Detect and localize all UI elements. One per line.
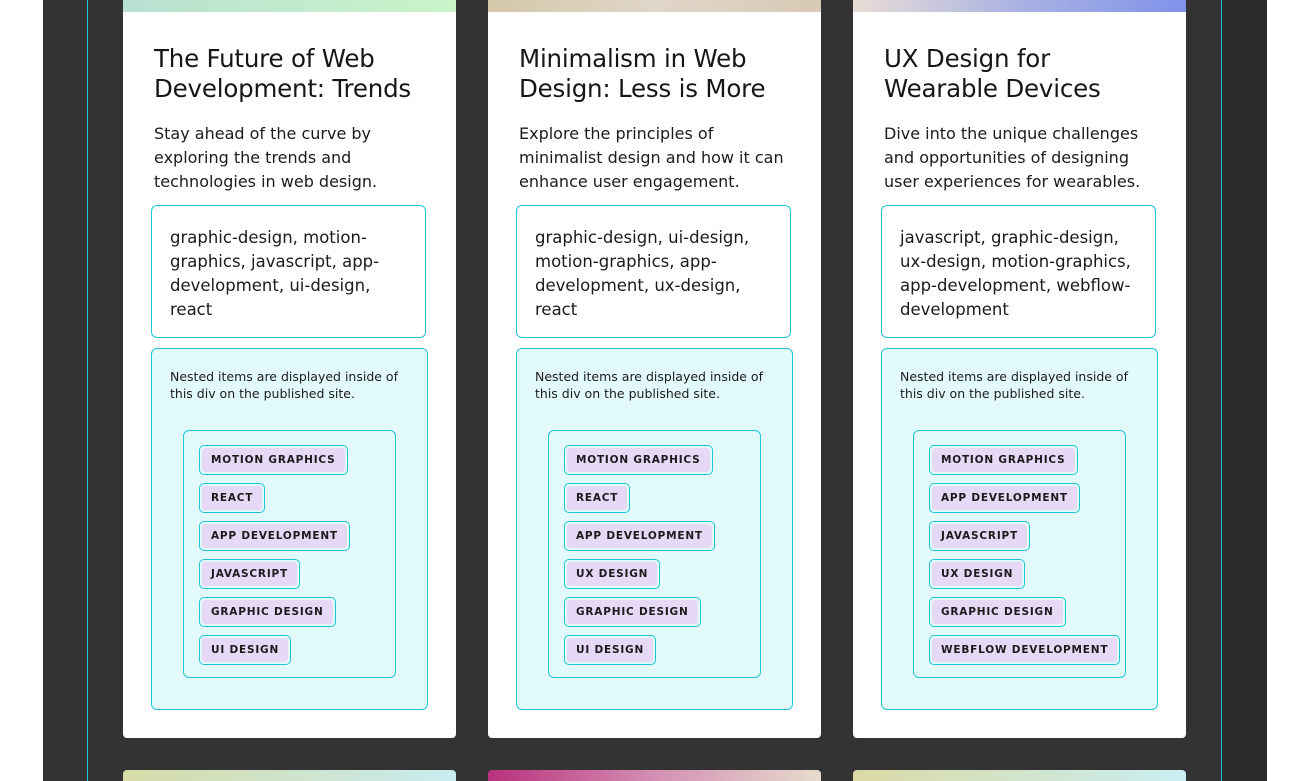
chip-label: JAVASCRIPT (202, 562, 297, 586)
chip-label: APP DEVELOPMENT (202, 524, 347, 548)
card-title: UX Design for Wearable Devices (884, 44, 1101, 103)
card-description: Stay ahead of the curve by exploring the… (154, 124, 378, 191)
category-chip[interactable]: MOTION GRAPHICS (929, 445, 1078, 475)
category-chip[interactable]: JAVASCRIPT (199, 559, 300, 589)
blog-card[interactable]: Minimalism in Web Design: Less is More E… (488, 0, 821, 738)
next-card-peek[interactable] (488, 770, 821, 781)
left-guide-line (87, 0, 88, 781)
tags-text-box: javascript, graphic-design, ux-design, m… (881, 205, 1156, 338)
blog-card[interactable]: The Future of Web Development: Trends St… (123, 0, 456, 738)
nested-note: Nested items are displayed inside of thi… (900, 369, 1128, 401)
nested-items-container: Nested items are displayed inside of thi… (151, 348, 428, 710)
chip-label: MOTION GRAPHICS (567, 448, 710, 472)
chip-label: UI DESIGN (202, 638, 289, 662)
card-description: Dive into the unique challenges and oppo… (884, 124, 1141, 191)
category-chip[interactable]: UX DESIGN (929, 559, 1026, 589)
chip-label: UI DESIGN (567, 638, 654, 662)
category-chip[interactable]: GRAPHIC DESIGN (199, 597, 336, 627)
blog-card[interactable]: UX Design for Wearable Devices Dive into… (853, 0, 1186, 738)
chip-label: WEBFLOW DEVELOPMENT (932, 638, 1118, 662)
chip-label: UX DESIGN (567, 562, 658, 586)
chip-label: GRAPHIC DESIGN (932, 600, 1063, 624)
card-title: The Future of Web Development: Trends (154, 44, 411, 103)
category-chip[interactable]: WEBFLOW DEVELOPMENT (929, 635, 1121, 665)
chip-label: GRAPHIC DESIGN (202, 600, 333, 624)
next-card-peek[interactable] (123, 770, 456, 781)
category-chip[interactable]: APP DEVELOPMENT (564, 521, 715, 551)
chip-label: APP DEVELOPMENT (932, 486, 1077, 510)
category-chip[interactable]: UI DESIGN (199, 635, 292, 665)
chip-label: REACT (567, 486, 628, 510)
tags-text-box: graphic-design, motion-graphics, javascr… (151, 205, 426, 338)
category-chip[interactable]: UI DESIGN (564, 635, 657, 665)
right-guide-line (1221, 0, 1222, 781)
chip-label: GRAPHIC DESIGN (567, 600, 698, 624)
category-chip[interactable]: MOTION GRAPHICS (564, 445, 713, 475)
card-title: Minimalism in Web Design: Less is More (519, 44, 766, 103)
nested-items-container: Nested items are displayed inside of thi… (516, 348, 793, 710)
category-chip[interactable]: REACT (199, 483, 266, 513)
card-image-strip (853, 0, 1186, 12)
category-chip[interactable]: APP DEVELOPMENT (199, 521, 350, 551)
category-chip[interactable]: JAVASCRIPT (929, 521, 1030, 551)
canvas-right-gutter (1222, 0, 1267, 781)
card-image-strip (123, 0, 456, 12)
category-list: MOTION GRAPHICS REACT APP DEVELOPMENT JA… (183, 430, 396, 678)
nested-note: Nested items are displayed inside of thi… (535, 369, 763, 401)
category-chip[interactable]: APP DEVELOPMENT (929, 483, 1080, 513)
category-chip[interactable]: UX DESIGN (564, 559, 661, 589)
card-description: Explore the principles of minimalist des… (519, 124, 784, 191)
category-chip[interactable]: MOTION GRAPHICS (199, 445, 348, 475)
chip-label: MOTION GRAPHICS (932, 448, 1075, 472)
chip-label: UX DESIGN (932, 562, 1023, 586)
category-chip[interactable]: GRAPHIC DESIGN (564, 597, 701, 627)
chip-label: REACT (202, 486, 263, 510)
next-card-peek[interactable] (853, 770, 1186, 781)
card-image-strip (488, 0, 821, 12)
category-list: MOTION GRAPHICS REACT APP DEVELOPMENT UX… (548, 430, 761, 678)
tags-text-box: graphic-design, ui-design, motion-graphi… (516, 205, 791, 338)
category-list: MOTION GRAPHICS APP DEVELOPMENT JAVASCRI… (913, 430, 1126, 678)
chip-label: MOTION GRAPHICS (202, 448, 345, 472)
nested-note: Nested items are displayed inside of thi… (170, 369, 398, 401)
category-chip[interactable]: GRAPHIC DESIGN (929, 597, 1066, 627)
chip-label: JAVASCRIPT (932, 524, 1027, 548)
chip-label: APP DEVELOPMENT (567, 524, 712, 548)
category-chip[interactable]: REACT (564, 483, 631, 513)
nested-items-container: Nested items are displayed inside of thi… (881, 348, 1158, 710)
